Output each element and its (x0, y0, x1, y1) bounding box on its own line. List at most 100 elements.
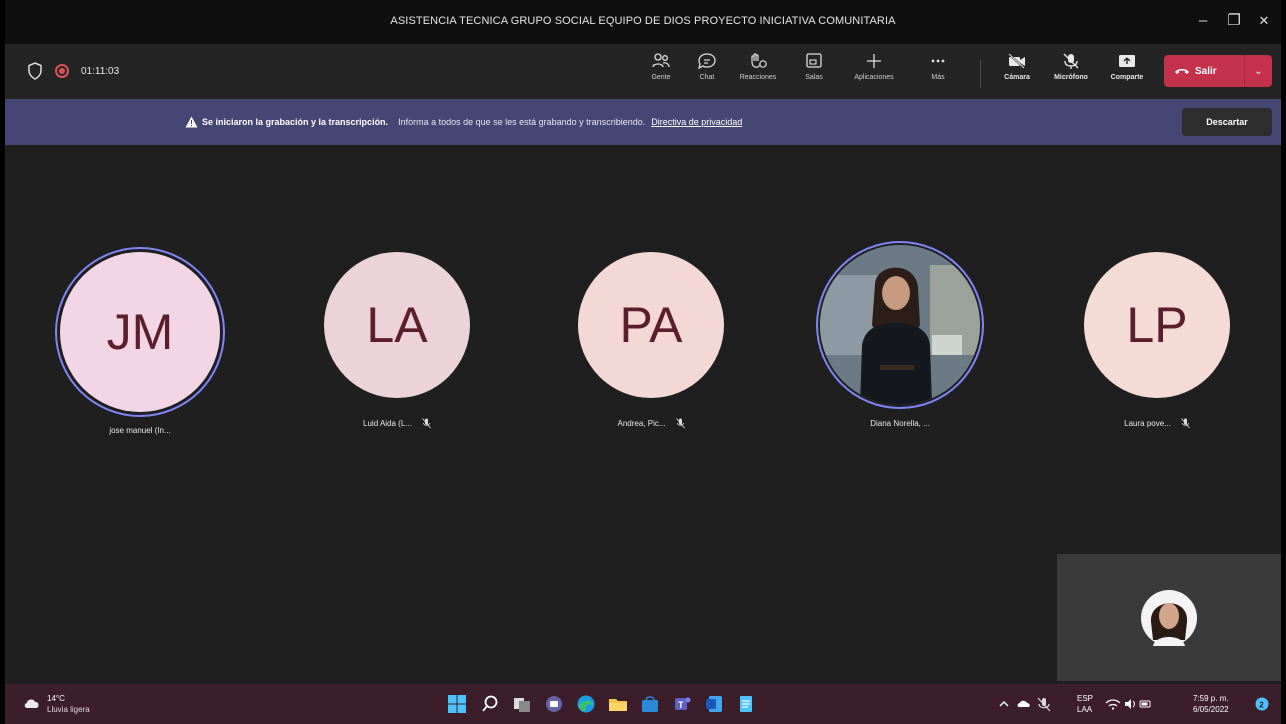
windows-taskbar: 14°C Lluvia ligera T ESP LAA 7:59 p. m. … (5, 684, 1281, 724)
chat-button[interactable]: Chat (678, 50, 736, 94)
participant-tile[interactable]: PA Andrea, Pic... (566, 252, 736, 452)
share-screen-icon (1119, 55, 1135, 67)
people-icon (652, 53, 670, 68)
camera-button[interactable]: Cámara (988, 50, 1046, 94)
banner-info-text: Informa a todos de que se les está graba… (398, 117, 646, 127)
rooms-label: Salas (805, 74, 823, 81)
meeting-toolbar: 01:11:03 Gente Chat Reacciones Salas Apl… (5, 44, 1281, 99)
notification-icon[interactable]: 2 (1253, 693, 1271, 715)
weather-condition: Lluvia ligera (47, 705, 90, 714)
word-icon[interactable] (703, 693, 725, 715)
participant-name-plate: Luid Aida (L... (312, 418, 482, 429)
close-button[interactable]: ✕ (1249, 8, 1279, 34)
chat-label: Chat (699, 74, 715, 81)
mic-off-icon (675, 418, 685, 429)
participant-name-plate: Diana Norella, ... (815, 419, 985, 428)
participant-name: Laura pove... (1124, 419, 1171, 428)
weather-widget[interactable]: 14°C Lluvia ligera (23, 693, 90, 715)
participant-name-plate: jose manuel (In... (55, 426, 225, 435)
share-label: Comparte (1110, 74, 1144, 81)
leave-button[interactable]: Salir ⌄ (1164, 55, 1272, 87)
mic-in-use-icon[interactable] (1035, 693, 1053, 715)
windows-start-icon[interactable] (446, 693, 468, 715)
more-label: Más (931, 74, 945, 81)
avatar: JM (60, 252, 220, 412)
minimize-button[interactable]: – (1188, 8, 1218, 34)
self-view[interactable] (1057, 554, 1281, 681)
apps-label: Aplicaciones (854, 74, 894, 81)
rooms-button[interactable]: Salas (785, 50, 843, 94)
hang-up-icon (1175, 69, 1189, 74)
svg-text:2: 2 (1259, 700, 1264, 709)
shield-icon[interactable] (27, 62, 43, 80)
mic-off-icon (1180, 418, 1190, 429)
toolbar-divider (980, 60, 981, 88)
more-button[interactable]: Más (909, 50, 967, 94)
chat-icon (698, 53, 716, 70)
avatar: PA (578, 252, 724, 398)
task-view-icon[interactable] (511, 693, 533, 715)
keyboard-layout: LAA (1077, 705, 1093, 714)
network-volume-battery-icons[interactable] (1103, 693, 1153, 715)
banner-message: Se iniciaron la grabación y la transcrip… (185, 116, 742, 128)
participant-name-plate: Laura pove... (1072, 418, 1242, 429)
meeting-timer: 01:11:03 (81, 65, 120, 77)
store-icon[interactable] (639, 693, 661, 715)
participant-tile[interactable]: LA Luid Aida (L... (312, 252, 482, 452)
file-explorer-icon[interactable] (607, 693, 629, 715)
teams-chat-icon[interactable] (543, 693, 565, 715)
participant-name: Diana Norella, ... (870, 419, 930, 428)
maximize-button[interactable]: ❐ (1219, 8, 1249, 34)
camera-off-icon (1008, 53, 1025, 69)
breakout-rooms-icon (806, 53, 822, 68)
participant-photo (820, 245, 980, 405)
cloud-rain-icon (24, 699, 39, 708)
recording-banner: Se iniciaron la grabación y la transcrip… (5, 99, 1281, 145)
leave-dropdown[interactable]: ⌄ (1245, 66, 1272, 77)
reactions-icon (751, 53, 767, 68)
clock-time: 7:59 p. m. (1193, 694, 1229, 703)
more-icon (931, 59, 945, 63)
edge-browser-icon[interactable] (575, 693, 597, 715)
self-view-avatar (1141, 590, 1197, 646)
weather-temp: 14°C (47, 694, 65, 703)
participant-name: jose manuel (In... (109, 426, 171, 435)
teams-window: ASISTENCIA TECNICA GRUPO SOCIAL EQUIPO D… (5, 0, 1281, 724)
show-hidden-icons[interactable] (997, 693, 1011, 715)
add-apps-icon (867, 54, 881, 68)
onedrive-icon[interactable] (1016, 693, 1032, 715)
clock[interactable]: 7:59 p. m. 6/05/2022 (1193, 693, 1229, 715)
apps-button[interactable]: Aplicaciones (845, 50, 903, 94)
meeting-stage: JM jose manuel (In... LA Luid Aida (L...… (5, 145, 1281, 684)
banner-bold-text: Se iniciaron la grabación y la transcrip… (202, 117, 389, 127)
teams-app-icon[interactable]: T (671, 693, 693, 715)
reactions-label: Reacciones (739, 74, 777, 81)
search-icon[interactable] (479, 693, 501, 715)
avatar: LP (1084, 252, 1230, 398)
leave-label: Salir (1195, 65, 1217, 77)
participant-tile[interactable]: Diana Norella, ... (815, 245, 985, 452)
privacy-policy-link[interactable]: Directiva de privacidad (651, 117, 742, 127)
clock-date: 6/05/2022 (1193, 705, 1229, 714)
reactions-button[interactable]: Reacciones (729, 50, 787, 94)
recording-icon (55, 64, 69, 78)
dismiss-button[interactable]: Descartar (1182, 108, 1272, 136)
microphone-label: Micrófono (1054, 74, 1088, 81)
avatar: LA (324, 252, 470, 398)
title-bar: ASISTENCIA TECNICA GRUPO SOCIAL EQUIPO D… (5, 0, 1281, 44)
meeting-status: 01:11:03 (27, 62, 119, 80)
participant-tile[interactable]: JM jose manuel (In... (55, 252, 225, 452)
participant-tile[interactable]: LP Laura pove... (1072, 252, 1242, 452)
participant-name: Luid Aida (L... (363, 419, 412, 428)
share-button[interactable]: Comparte (1098, 50, 1156, 94)
svg-text:T: T (678, 700, 684, 710)
mic-off-icon (422, 418, 431, 429)
participant-photo-image (820, 245, 980, 405)
leave-main[interactable]: Salir (1164, 55, 1244, 87)
participant-name: Andrea, Pic... (617, 419, 666, 428)
participant-name-plate: Andrea, Pic... (566, 418, 736, 429)
language-indicator[interactable]: ESP LAA (1077, 693, 1093, 715)
mic-off-icon (1063, 53, 1079, 69)
microphone-button[interactable]: Micrófono (1042, 50, 1100, 94)
notepad-icon[interactable] (735, 693, 757, 715)
